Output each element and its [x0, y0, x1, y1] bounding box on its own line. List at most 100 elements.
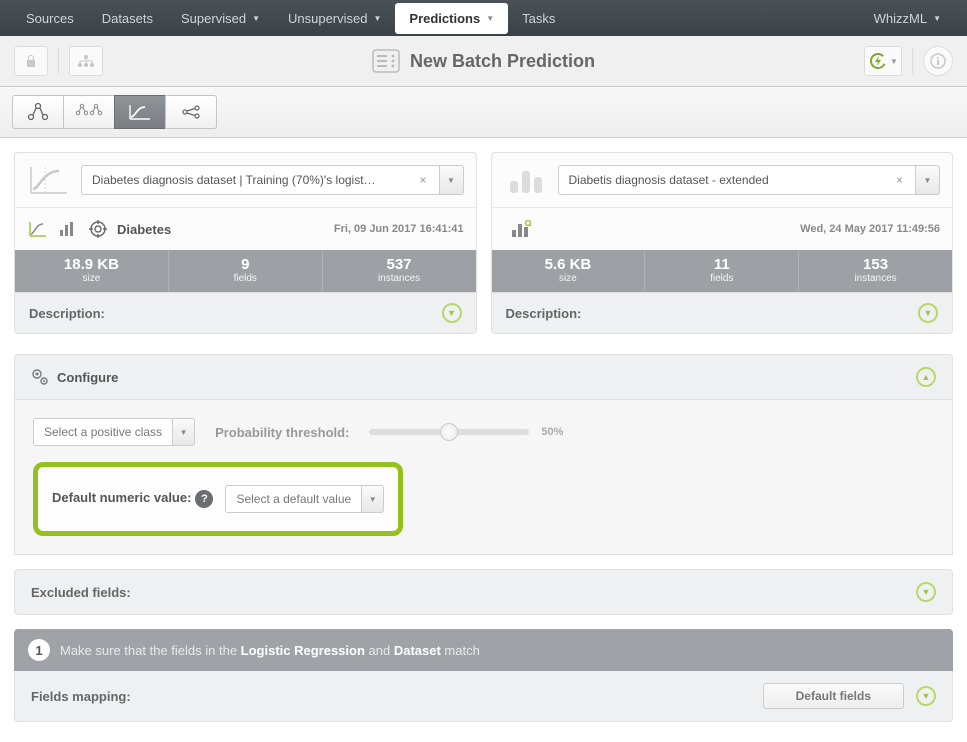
description-label: Description: [29, 306, 105, 321]
chevron-down-icon: ▼ [173, 418, 195, 446]
stat-fields-label: fields [649, 273, 794, 284]
chevron-down-icon: ▼ [916, 582, 936, 602]
description-label: Description: [506, 306, 582, 321]
stat-size-value: 18.9 KB [19, 256, 164, 273]
workflow-icon [76, 54, 96, 68]
default-fields-button[interactable]: Default fields [763, 683, 904, 709]
target-field-label: Diabetes [117, 222, 171, 237]
stat-size-label: size [496, 273, 641, 284]
configure-label: Configure [57, 370, 118, 385]
clear-dataset-icon[interactable]: × [894, 173, 905, 187]
positive-class-select[interactable]: Select a positive class ▼ [33, 418, 195, 446]
stat-instances-value: 537 [327, 256, 472, 273]
step-number: 1 [28, 639, 50, 661]
stat-fields-label: fields [173, 273, 318, 284]
fields-mapping-toggle[interactable]: Fields mapping: Default fields ▼ [14, 671, 953, 722]
tab-ensemble[interactable] [63, 95, 115, 129]
dataset-select-value: Diabetis diagnosis dataset - extended [569, 173, 769, 187]
chevron-up-icon: ▲ [916, 367, 936, 387]
probability-threshold-value: 50% [541, 426, 563, 438]
dataset-description-toggle[interactable]: Description: ▼ [492, 292, 953, 333]
nav-datasets[interactable]: Datasets [88, 3, 167, 34]
workflow-button[interactable] [69, 46, 103, 76]
chevron-down-icon: ▼ [933, 14, 941, 23]
page-title: New Batch Prediction [410, 51, 595, 72]
default-numeric-placeholder: Select a default value [225, 485, 362, 513]
histogram-mini-icon [57, 218, 79, 240]
help-button[interactable] [923, 46, 953, 76]
chevron-down-icon: ▼ [442, 303, 462, 323]
configure-toggle[interactable]: Configure ▲ [14, 354, 953, 400]
chevron-down-icon: ▼ [440, 165, 464, 195]
clear-model-icon[interactable]: × [417, 173, 428, 187]
chevron-down-icon: ▼ [916, 165, 940, 195]
model-description-toggle[interactable]: Description: ▼ [15, 292, 476, 333]
histogram-mini-icon [510, 218, 532, 240]
stat-instances-value: 153 [803, 256, 948, 273]
chevron-down-icon: ▼ [373, 14, 381, 23]
stat-size-value: 5.6 KB [496, 256, 641, 273]
nav-unsupervised[interactable]: Unsupervised ▼ [274, 3, 395, 34]
fields-mapping-label: Fields mapping: [31, 689, 131, 704]
slider-thumb[interactable] [440, 423, 458, 441]
bolt-reload-icon [868, 51, 888, 71]
stat-instances-label: instances [327, 273, 472, 284]
chevron-down-icon: ▼ [362, 485, 384, 513]
lock-button[interactable] [14, 46, 48, 76]
nav-supervised[interactable]: Supervised ▼ [167, 3, 274, 34]
stat-fields-value: 9 [173, 256, 318, 273]
configure-body: Select a positive class ▼ Probability th… [14, 400, 953, 555]
tab-logistic[interactable] [114, 95, 166, 129]
nav-sources[interactable]: Sources [12, 3, 88, 34]
gears-icon [31, 368, 49, 386]
probability-threshold-label: Probability threshold: [215, 425, 349, 440]
probability-threshold-slider[interactable] [369, 429, 529, 435]
dataset-select[interactable]: Diabetis diagnosis dataset - extended × ▼ [558, 165, 941, 195]
top-nav: Sources Datasets Supervised ▼ Unsupervise… [0, 0, 967, 36]
tree-icon [25, 102, 51, 122]
model-panel: Diabetes diagnosis dataset | Training (7… [14, 152, 477, 334]
chevron-down-icon: ▼ [916, 686, 936, 706]
nav-predictions[interactable]: Predictions ▼ [395, 3, 508, 34]
tab-model[interactable] [12, 95, 64, 129]
nav-tasks[interactable]: Tasks [508, 3, 569, 34]
ensemble-icon [75, 102, 103, 122]
cluster-icon [178, 102, 204, 122]
model-select-value: Diabetes diagnosis dataset | Training (7… [92, 173, 376, 187]
logistic-model-icon [27, 163, 71, 197]
model-datetime: Fri, 09 Jun 2017 16:41:41 [334, 223, 464, 235]
default-numeric-select[interactable]: Select a default value ▼ [225, 485, 384, 513]
target-icon [87, 218, 109, 240]
prediction-icon [372, 49, 400, 73]
lock-icon [24, 54, 38, 68]
model-stats: 18.9 KBsize 9fields 537instances [15, 250, 476, 292]
default-numeric-label: Default numeric value: [52, 490, 191, 505]
view-tabs [0, 87, 967, 138]
chevron-down-icon: ▼ [890, 57, 898, 66]
nav-whizzml[interactable]: WhizzML ▼ [860, 3, 955, 34]
model-select[interactable]: Diabetes diagnosis dataset | Training (7… [81, 165, 464, 195]
step-banner: 1 Make sure that the fields in the Logis… [14, 629, 953, 671]
tab-cluster[interactable] [165, 95, 217, 129]
nav-supervised-label: Supervised [181, 11, 246, 26]
step-text: Make sure that the fields in the Logisti… [60, 643, 480, 658]
chevron-down-icon: ▼ [486, 14, 494, 23]
nav-unsupervised-label: Unsupervised [288, 11, 368, 26]
stat-size-label: size [19, 273, 164, 284]
logistic-mini-icon [27, 218, 49, 240]
dataset-datetime: Wed, 24 May 2017 11:49:56 [800, 223, 940, 235]
dataset-panel: Diabetis diagnosis dataset - extended × ▼… [491, 152, 954, 334]
dataset-icon [504, 163, 548, 197]
nav-predictions-label: Predictions [409, 11, 480, 26]
nav-whizzml-label: WhizzML [874, 11, 927, 26]
help-icon[interactable]: ? [195, 490, 213, 508]
stat-fields-value: 11 [649, 256, 794, 273]
dataset-stats: 5.6 KBsize 11fields 153instances [492, 250, 953, 292]
positive-class-placeholder: Select a positive class [33, 418, 173, 446]
excluded-fields-toggle[interactable]: Excluded fields: ▼ [14, 569, 953, 615]
action-button[interactable]: ▼ [864, 46, 902, 76]
chevron-down-icon: ▼ [252, 14, 260, 23]
stat-instances-label: instances [803, 273, 948, 284]
title-bar: New Batch Prediction ▼ [0, 36, 967, 87]
default-numeric-highlight: Default numeric value:? Select a default… [33, 462, 403, 536]
